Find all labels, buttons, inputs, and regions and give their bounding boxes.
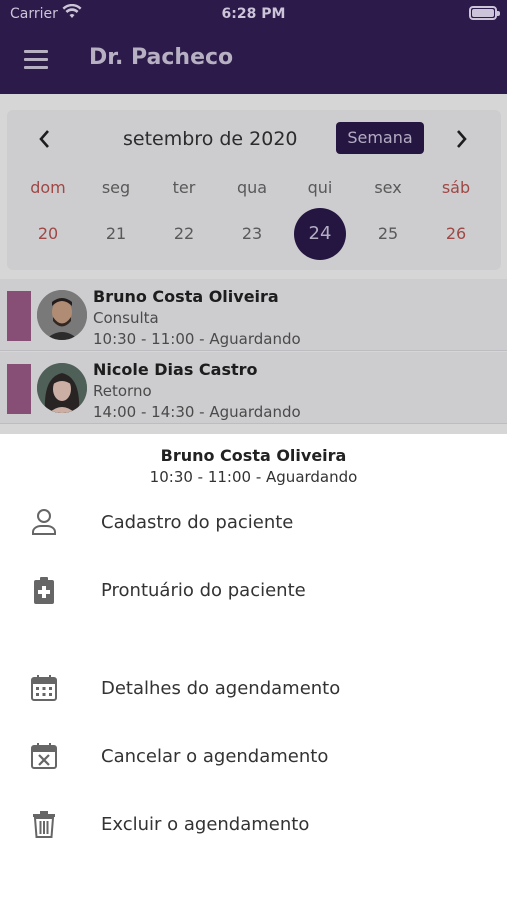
action-sheet: Bruno Costa Oliveira 10:30 - 11:00 - Agu… — [0, 434, 507, 900]
action-label: Detalhes do agendamento — [101, 678, 341, 699]
clock: 6:28 PM — [221, 6, 286, 22]
person-icon — [32, 509, 56, 535]
sheet-patient-name: Bruno Costa Oliveira — [160, 446, 347, 465]
medical-clipboard-icon — [34, 577, 54, 604]
delete-appointment-button[interactable]: Excluir o agendamento — [0, 794, 507, 854]
battery-icon — [469, 6, 500, 20]
action-label: Cadastro do paciente — [101, 512, 294, 533]
patient-record-button[interactable]: Cadastro do paciente — [0, 492, 507, 552]
modal-scrim[interactable] — [0, 94, 507, 434]
hamburger-icon[interactable] — [24, 50, 48, 70]
app-bar: Carrier 6:28 PM Dr. Pacheco — [0, 0, 507, 94]
cancel-appointment-button[interactable]: Cancelar o agendamento — [0, 726, 507, 786]
page-title: Dr. Pacheco — [89, 45, 234, 70]
medical-record-button[interactable]: Prontuário do paciente — [0, 560, 507, 620]
trash-icon — [33, 811, 55, 838]
calendar-icon — [31, 675, 57, 701]
status-bar: Carrier 6:28 PM — [0, 0, 507, 30]
action-label: Cancelar o agendamento — [101, 746, 329, 767]
sheet-appointment-info: 10:30 - 11:00 - Aguardando — [149, 468, 358, 486]
action-label: Excluir o agendamento — [101, 814, 310, 835]
calendar-cancel-icon — [31, 743, 57, 769]
action-label: Prontuário do paciente — [101, 580, 306, 601]
appointment-details-button[interactable]: Detalhes do agendamento — [0, 658, 507, 718]
